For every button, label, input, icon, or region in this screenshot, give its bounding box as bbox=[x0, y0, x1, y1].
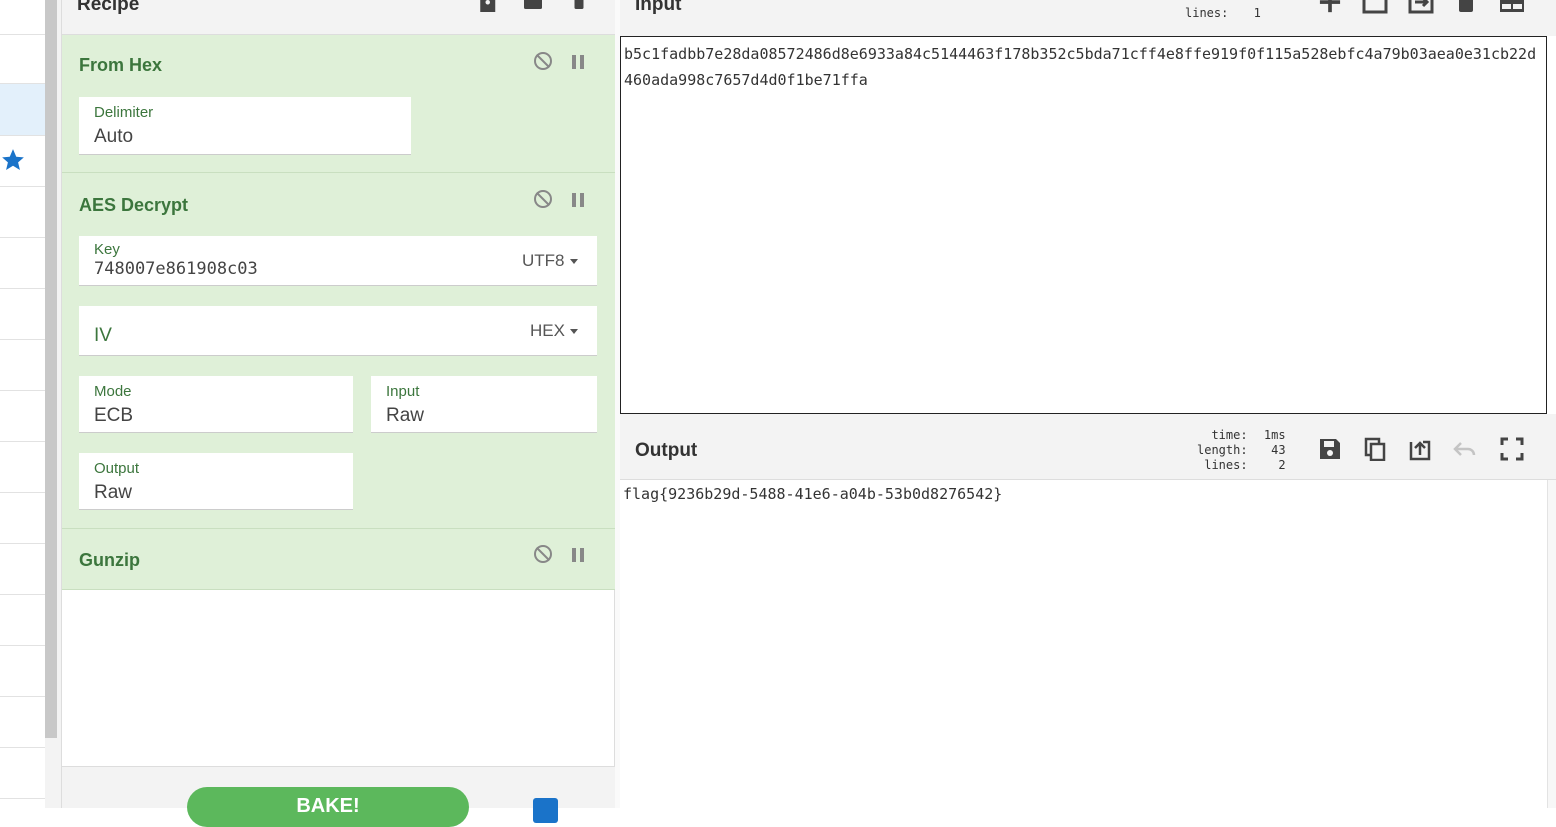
operation-title: Gunzip bbox=[79, 550, 140, 570]
pause-icon[interactable] bbox=[572, 548, 594, 570]
list-item[interactable] bbox=[0, 136, 45, 187]
iv-encoding-dropdown[interactable]: HEX bbox=[530, 321, 578, 341]
info-label: time: bbox=[1211, 428, 1248, 442]
list-item[interactable] bbox=[0, 748, 45, 799]
pause-icon[interactable] bbox=[572, 55, 594, 77]
maximise-icon[interactable] bbox=[1500, 437, 1524, 461]
list-item[interactable] bbox=[0, 493, 45, 544]
trash-icon[interactable] bbox=[568, 0, 590, 12]
layout-icon[interactable] bbox=[1498, 0, 1526, 16]
list-item[interactable] bbox=[0, 84, 45, 136]
list-item[interactable] bbox=[0, 544, 45, 595]
field-label: Delimiter bbox=[94, 104, 154, 121]
info-value: 1 bbox=[1253, 6, 1261, 20]
operations-scrollbar-thumb[interactable] bbox=[45, 0, 57, 738]
field-value: ECB bbox=[94, 405, 134, 426]
input-text: b5c1fadbb7e28da08572486d8e6933a84c514446… bbox=[624, 45, 1537, 89]
operation-from-hex[interactable]: From Hex Delimiter Auto bbox=[62, 35, 615, 173]
list-item[interactable] bbox=[0, 0, 45, 35]
mode-field[interactable]: Mode ECB bbox=[79, 376, 353, 433]
field-label: Input bbox=[386, 383, 420, 400]
info-label: length: bbox=[1197, 443, 1248, 457]
list-item[interactable] bbox=[0, 238, 45, 289]
list-item[interactable] bbox=[0, 187, 45, 238]
field-value: 748007e861908c03 bbox=[94, 259, 258, 279]
window-icon[interactable] bbox=[1362, 0, 1388, 16]
info-label: lines: bbox=[1185, 6, 1229, 20]
field-label: Output bbox=[94, 460, 140, 477]
info-value: 2 bbox=[1278, 458, 1286, 472]
key-field[interactable]: Key 748007e861908c03 UTF8 bbox=[79, 236, 597, 286]
field-value: Raw bbox=[94, 482, 133, 503]
list-item[interactable] bbox=[0, 646, 45, 697]
operation-title: From Hex bbox=[79, 55, 163, 75]
import-icon[interactable] bbox=[1407, 0, 1435, 16]
list-item[interactable] bbox=[0, 442, 45, 493]
field-value: Auto bbox=[94, 126, 134, 147]
key-encoding-dropdown[interactable]: UTF8 bbox=[522, 251, 578, 271]
list-item[interactable] bbox=[0, 340, 45, 391]
recipe-title: Recipe bbox=[77, 0, 140, 15]
plus-icon[interactable] bbox=[1319, 0, 1341, 14]
operation-title: AES Decrypt bbox=[79, 195, 189, 215]
recipe-panel: Recipe From Hex Delimiter Auto AES Decry… bbox=[62, 0, 615, 827]
bake-button[interactable]: BAKE! bbox=[187, 787, 469, 827]
output-format-field[interactable]: Output Raw bbox=[79, 453, 353, 510]
output-scrollbar[interactable] bbox=[1547, 480, 1556, 808]
iv-placeholder: IV bbox=[94, 325, 112, 346]
iv-field[interactable]: IV HEX bbox=[79, 306, 597, 356]
list-item[interactable] bbox=[0, 391, 45, 442]
save-icon[interactable] bbox=[476, 0, 498, 12]
input-info: lines: 1 bbox=[1185, 6, 1261, 20]
disable-icon[interactable] bbox=[534, 190, 556, 212]
copy-icon[interactable] bbox=[1363, 437, 1387, 461]
star-icon[interactable] bbox=[0, 147, 26, 173]
disable-icon[interactable] bbox=[534, 545, 556, 567]
list-item[interactable] bbox=[0, 35, 45, 84]
info-value: 43 bbox=[1271, 443, 1286, 457]
info-value: 1ms bbox=[1263, 428, 1286, 442]
delimiter-field[interactable]: Delimiter Auto bbox=[79, 97, 411, 155]
save-icon[interactable] bbox=[1318, 437, 1342, 461]
field-label: Key bbox=[94, 241, 120, 258]
folder-icon[interactable] bbox=[522, 0, 544, 12]
recipe-header: Recipe bbox=[62, 0, 615, 35]
field-value: Raw bbox=[386, 405, 425, 426]
output-header: Output time: 1ms length: 43 lines: 2 bbox=[620, 420, 1556, 480]
input-format-field[interactable]: Input Raw bbox=[371, 376, 597, 433]
trash-icon[interactable] bbox=[1456, 0, 1476, 16]
list-item[interactable] bbox=[0, 289, 45, 340]
output-info: time: 1ms length: 43 lines: 2 bbox=[1197, 428, 1286, 473]
field-label: Mode bbox=[94, 383, 132, 400]
auto-bake-checkbox[interactable] bbox=[533, 798, 558, 823]
undo-icon[interactable] bbox=[1453, 437, 1477, 461]
operations-list bbox=[0, 0, 45, 808]
input-title: Input bbox=[635, 0, 682, 15]
input-header: Input lines: 1 bbox=[620, 0, 1556, 36]
input-textarea[interactable]: b5c1fadbb7e28da08572486d8e6933a84c514446… bbox=[620, 36, 1547, 414]
recipe-footer: BAKE! bbox=[62, 766, 615, 827]
list-item[interactable] bbox=[0, 595, 45, 646]
operation-aes-decrypt[interactable]: AES Decrypt Key 748007e861908c03 UTF8 IV… bbox=[62, 173, 615, 529]
pause-icon[interactable] bbox=[572, 193, 594, 215]
list-item[interactable] bbox=[0, 697, 45, 748]
operation-gunzip[interactable]: Gunzip bbox=[62, 529, 615, 590]
output-title: Output bbox=[635, 440, 698, 461]
replace-input-icon[interactable] bbox=[1408, 437, 1432, 461]
info-label: lines: bbox=[1204, 458, 1248, 472]
output-text: flag{9236b29d-5488-41e6-a04b-53b0d827654… bbox=[623, 485, 1003, 503]
disable-icon[interactable] bbox=[534, 52, 556, 74]
